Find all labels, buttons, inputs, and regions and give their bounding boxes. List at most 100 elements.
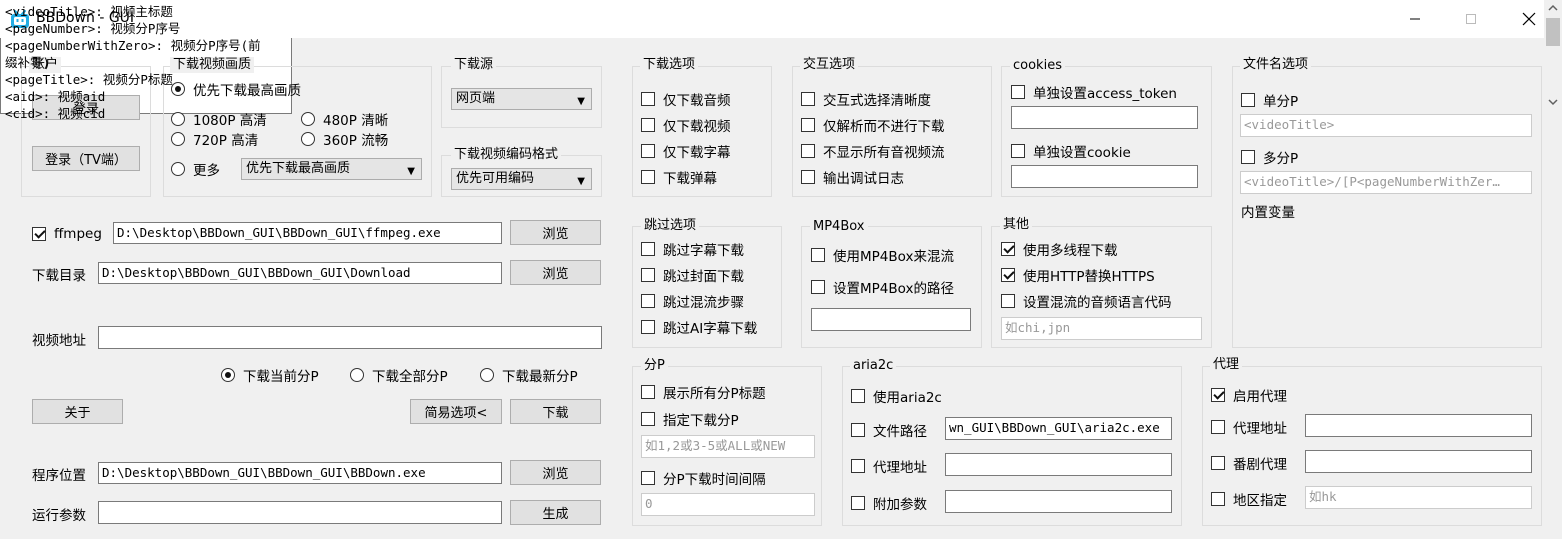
checkbox-hide-streams[interactable]: 不显示所有音视频流 [801,141,945,161]
radio-indicator[interactable] [221,368,235,382]
checkbox-cookie[interactable]: 单独设置cookie [1011,141,1131,161]
radio-quality-720p[interactable]: 720P 高清 [171,129,258,149]
checkbox-region[interactable]: 地区指定 [1211,489,1287,509]
radio-download-current-page[interactable]: 下载当前分P [221,365,319,385]
program-path-input[interactable]: D:\Desktop\BBDown_GUI\BBDown_GUI\BBDown.… [98,462,502,484]
ffmpeg-checkbox[interactable]: ffmpeg [32,226,102,242]
minimize-icon[interactable] [1392,0,1438,38]
checkbox-indicator[interactable] [641,268,655,282]
checkbox-show-page-titles[interactable]: 展示所有分P标题 [641,382,766,402]
checkbox-sub-only[interactable]: 仅下载字幕 [641,141,731,161]
radio-indicator[interactable] [350,368,364,382]
maximize-icon[interactable] [1448,0,1494,38]
checkbox-indicator[interactable] [801,170,815,184]
download-button[interactable]: 下载 [510,399,601,424]
checkbox-indicator[interactable] [641,294,655,308]
checkbox-aria2c-proxy[interactable]: 代理地址 [851,456,927,476]
checkbox-parse-only[interactable]: 仅解析而不进行下载 [801,115,945,135]
proxy-address-input[interactable] [1305,414,1532,437]
checkbox-aria2c-path[interactable]: 文件路径 [851,420,927,440]
checkbox-aria2c-args[interactable]: 附加参数 [851,493,927,513]
cookie-input[interactable] [1011,165,1198,188]
checkbox-video-only[interactable]: 仅下载视频 [641,115,731,135]
source-select[interactable]: 网页端 ▼ [451,88,592,110]
aria2c-proxy-input[interactable] [945,453,1172,476]
checkbox-use-mp4box[interactable]: 使用MP4Box来混流 [811,245,954,265]
checkbox-indicator[interactable] [1011,85,1025,99]
multi-page-pattern-input[interactable]: <videoTitle>/[P<pageNumberWithZer… [1240,171,1532,194]
quality-more-select[interactable]: 优先下载最高画质 ▼ [241,158,422,180]
checkbox-single-page[interactable]: 单分P [1241,90,1298,110]
checkbox-skip-mux[interactable]: 跳过混流步骤 [641,291,744,311]
checkbox-indicator[interactable] [851,423,865,437]
checkbox-indicator[interactable] [641,170,655,184]
checkbox-indicator[interactable] [32,227,46,241]
checkbox-indicator[interactable] [641,385,655,399]
generate-button[interactable]: 生成 [510,500,601,525]
checkbox-enable-proxy[interactable]: 启用代理 [1211,385,1287,405]
checkbox-indicator[interactable] [641,118,655,132]
checkbox-access-token[interactable]: 单独设置access_token [1011,82,1177,102]
checkbox-indicator[interactable] [641,92,655,106]
checkbox-indicator[interactable] [1001,242,1015,256]
checkbox-page-interval[interactable]: 分P下载时间间隔 [641,468,766,488]
checkbox-indicator[interactable] [1241,150,1255,164]
checkbox-multithread[interactable]: 使用多线程下载 [1001,239,1118,259]
radio-download-latest-page[interactable]: 下载最新分P [480,365,578,385]
video-url-input[interactable] [98,326,602,349]
program-browse-button[interactable]: 浏览 [510,460,601,485]
checkbox-audio-only[interactable]: 仅下载音频 [641,89,731,109]
checkbox-indicator[interactable] [1211,420,1225,434]
radio-indicator[interactable] [301,112,315,126]
aria2c-args-input[interactable] [945,490,1172,513]
radio-indicator[interactable] [301,132,315,146]
checkbox-indicator[interactable] [851,459,865,473]
checkbox-indicator[interactable] [1001,268,1015,282]
checkbox-indicator[interactable] [801,118,815,132]
audio-lang-input[interactable]: 如chi,jpn [1001,317,1202,340]
checkbox-indicator[interactable] [641,412,655,426]
checkbox-skip-cover[interactable]: 跳过封面下载 [641,265,744,285]
checkbox-danmaku[interactable]: 下载弹幕 [641,167,717,187]
checkbox-indicator[interactable] [641,242,655,256]
checkbox-skip-ai-sub[interactable]: 跳过AI字幕下载 [641,317,757,337]
download-dir-input[interactable]: D:\Desktop\BBDown_GUI\BBDown_GUI\Downloa… [98,262,502,284]
page-interval-input[interactable]: 0 [641,493,815,516]
simple-options-button[interactable]: 简易选项< [410,399,502,424]
single-page-pattern-input[interactable]: <videoTitle> [1240,114,1532,137]
region-input[interactable]: 如hk [1305,486,1532,509]
checkbox-http[interactable]: 使用HTTP替换HTTPS [1001,265,1155,285]
checkbox-indicator[interactable] [811,280,825,294]
radio-quality-360p[interactable]: 360P 流畅 [301,129,388,149]
checkbox-use-aria2c[interactable]: 使用aria2c [851,386,942,406]
radio-indicator[interactable] [171,132,185,146]
checkbox-mp4box-path[interactable]: 设置MP4Box的路径 [811,277,954,297]
checkbox-indicator[interactable] [641,320,655,334]
checkbox-indicator[interactable] [1001,294,1015,308]
args-input[interactable] [98,501,502,524]
checkbox-indicator[interactable] [811,248,825,262]
radio-download-all-pages[interactable]: 下载全部分P [350,365,448,385]
checkbox-bangumi-proxy[interactable]: 番剧代理 [1211,453,1287,473]
radio-indicator[interactable] [480,368,494,382]
checkbox-indicator[interactable] [1211,388,1225,402]
ffmpeg-path-input[interactable]: D:\Desktop\BBDown_GUI\BBDown_GUI\ffmpeg.… [113,222,502,244]
login-tv-button[interactable]: 登录（TV端） [32,146,140,171]
specify-pages-input[interactable]: 如1,2或3-5或ALL或NEW [641,435,815,458]
checkbox-indicator[interactable] [851,496,865,510]
codec-select[interactable]: 优先可用编码 ▼ [451,168,592,190]
checkbox-indicator[interactable] [641,144,655,158]
checkbox-audio-lang[interactable]: 设置混流的音频语言代码 [1001,291,1172,311]
mp4box-path-input[interactable] [811,308,971,331]
radio-quality-more[interactable]: 更多 [171,159,220,179]
about-button[interactable]: 关于 [32,399,123,424]
builtin-vars-textarea[interactable]: <videoTitle>: 视频主标题 <pageNumber>: 视频分P序号… [0,0,1562,121]
checkbox-choose-quality[interactable]: 交互式选择清晰度 [801,89,931,109]
download-dir-browse-button[interactable]: 浏览 [510,260,601,285]
checkbox-proxy-address[interactable]: 代理地址 [1211,417,1287,437]
checkbox-indicator[interactable] [1011,144,1025,158]
checkbox-indicator[interactable] [1211,456,1225,470]
checkbox-indicator[interactable] [801,144,815,158]
aria2c-path-input[interactable]: wn_GUI\BBDown_GUI\aria2c.exe [945,417,1172,440]
checkbox-indicator[interactable] [851,389,865,403]
